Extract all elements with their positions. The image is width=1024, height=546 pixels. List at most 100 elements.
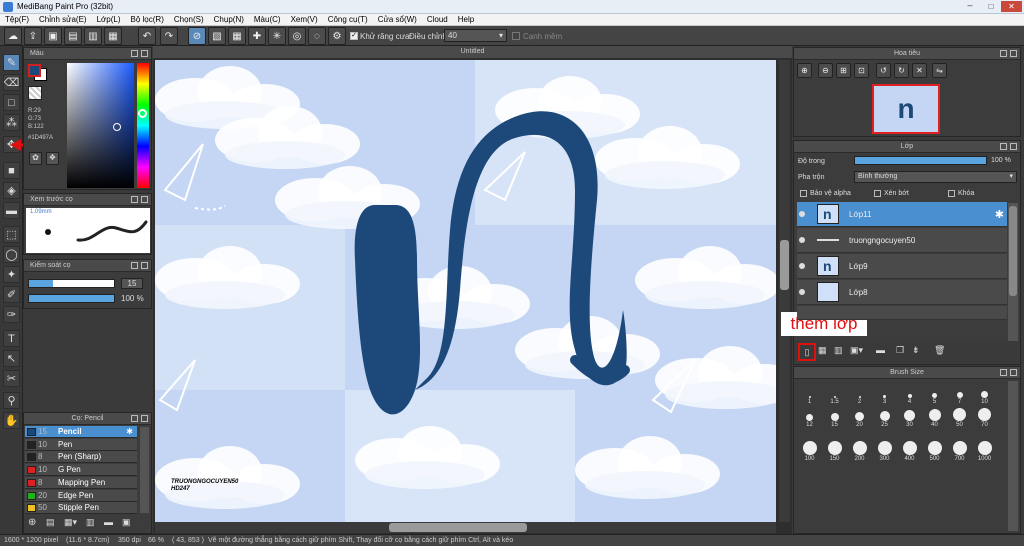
add-brush-icon[interactable]: ⊕: [28, 517, 41, 529]
brush-size-cell[interactable]: 70: [972, 405, 997, 428]
brush-menu-icon[interactable]: ▤: [46, 517, 59, 529]
close-button[interactable]: ✕: [1001, 1, 1022, 12]
close-icon[interactable]: [1010, 50, 1017, 57]
layer-row[interactable]: n Lớp9: [797, 254, 1007, 279]
brush-size-cell[interactable]: 10: [972, 382, 997, 405]
brush-item[interactable]: 20 Edge Pen: [25, 489, 137, 502]
menu-item[interactable]: Màu(C): [249, 14, 286, 26]
color-palette-icon[interactable]: ❖: [46, 152, 59, 165]
add-1bit-layer-icon[interactable]: ▥: [834, 345, 846, 359]
menu-item[interactable]: Chỉnh sửa(E): [34, 14, 92, 26]
duplicate-layer-icon[interactable]: ❐: [896, 345, 908, 359]
select-eraser-tool-icon[interactable]: ✑: [3, 306, 20, 323]
layer-visibility-icon[interactable]: [799, 263, 805, 269]
divide-tool-icon[interactable]: ✂: [3, 370, 20, 387]
layer-visibility-icon[interactable]: [799, 211, 805, 217]
page-alt-icon[interactable]: ▥: [84, 27, 102, 45]
brush-size-cell[interactable]: 500: [922, 428, 947, 462]
brush-size-cell[interactable]: 30: [897, 405, 922, 428]
brush-size-cell[interactable]: 3: [872, 382, 897, 405]
circle-snap-icon[interactable]: ◎: [288, 27, 306, 45]
brush-size-cell[interactable]: 100: [797, 428, 822, 462]
layer-row-partial[interactable]: [797, 306, 1007, 320]
brush-size-cell[interactable]: 200: [847, 428, 872, 462]
brush-size-cell[interactable]: 7: [947, 382, 972, 405]
brush-item[interactable]: 8 Mapping Pen: [25, 476, 137, 489]
eyedropper-color-icon[interactable]: ✿: [29, 152, 42, 165]
layer-visibility-icon[interactable]: [799, 289, 805, 295]
layer-folder-icon[interactable]: ▬: [876, 345, 888, 359]
menu-item[interactable]: Xem(V): [286, 14, 323, 26]
merge-layer-icon[interactable]: ⇟: [912, 345, 926, 359]
radial-snap-icon[interactable]: ✳: [268, 27, 286, 45]
brush-delete-icon[interactable]: ▣: [122, 517, 135, 529]
lock-checkbox[interactable]: [948, 190, 955, 197]
brush-add-dropdown-icon[interactable]: ▦▾: [64, 517, 82, 529]
clipping-checkbox[interactable]: [874, 190, 881, 197]
fill-rect-tool-icon[interactable]: ■: [3, 162, 20, 179]
horizontal-scroll-thumb[interactable]: [389, 523, 527, 532]
brush-size-cell[interactable]: 50: [947, 405, 972, 428]
reset-rotate-icon[interactable]: ✕: [912, 63, 927, 78]
float-icon[interactable]: [131, 415, 138, 422]
brush-size-cell[interactable]: 12: [797, 405, 822, 428]
close-icon[interactable]: [141, 262, 148, 269]
canvas-vertical-scrollbar[interactable]: [779, 60, 790, 522]
canvas-horizontal-scrollbar[interactable]: [155, 522, 776, 533]
page-icon[interactable]: ▤: [64, 27, 82, 45]
cross-snap-icon[interactable]: ✚: [248, 27, 266, 45]
brush-size-cell[interactable]: 2: [847, 382, 872, 405]
bucket-tool-icon[interactable]: ◈: [3, 182, 20, 199]
save-icon[interactable]: ▦: [104, 27, 122, 45]
brush-size-slider[interactable]: [28, 279, 115, 288]
grid-snap-icon[interactable]: ▦: [228, 27, 246, 45]
close-icon[interactable]: [141, 415, 148, 422]
maximize-button[interactable]: □: [982, 1, 1000, 12]
brush-size-cell[interactable]: 150: [822, 428, 847, 462]
text-tool-icon[interactable]: T: [3, 330, 20, 347]
canvas[interactable]: TRUONGNGOCUYEN50 HD247: [155, 60, 776, 522]
brush-opacity-slider[interactable]: [28, 294, 115, 303]
add-halftone-layer-icon[interactable]: ▦: [818, 345, 830, 359]
brush-size-cell[interactable]: 1000: [972, 428, 997, 462]
brush-item[interactable]: 10 Pen: [25, 438, 137, 451]
saturation-value-picker[interactable]: [67, 63, 134, 188]
brush-size-cell[interactable]: 700: [947, 428, 972, 462]
delete-layer-icon[interactable]: 🗑: [934, 345, 946, 359]
protect-alpha-checkbox[interactable]: [800, 190, 807, 197]
menu-item[interactable]: Bộ lọc(R): [126, 14, 169, 26]
rotate-left-icon[interactable]: ↺: [876, 63, 891, 78]
add-layer-button[interactable]: ▯: [798, 343, 816, 361]
redo-icon[interactable]: ↷: [160, 27, 178, 45]
correction-select[interactable]: 40 ▾: [444, 29, 507, 42]
brush-size-cell[interactable]: 300: [872, 428, 897, 462]
brush-item[interactable]: 15 Pencil ✱: [25, 426, 137, 438]
brush-size-cell[interactable]: 20: [847, 405, 872, 428]
snap-settings-icon[interactable]: ⚙: [328, 27, 346, 45]
navigator-thumbnail[interactable]: n: [872, 84, 940, 134]
select-tool-icon[interactable]: ⬚: [3, 226, 20, 243]
minimize-button[interactable]: –: [960, 1, 980, 12]
gradient-tool-icon[interactable]: ▬: [3, 202, 20, 219]
brush-item[interactable]: 50 Stipple Pen: [25, 502, 137, 515]
no-snap-icon[interactable]: ⊘: [188, 27, 206, 45]
brush-size-cell[interactable]: 15: [822, 405, 847, 428]
brush-size-value[interactable]: 15: [121, 278, 143, 289]
layer-row[interactable]: n Lớp11 ✱: [797, 202, 1007, 227]
transparent-swatch[interactable]: [28, 86, 42, 100]
dot-tool-icon[interactable]: ⁂: [3, 114, 20, 131]
export-icon[interactable]: ⇪: [24, 27, 42, 45]
layer-opacity-slider[interactable]: [854, 156, 987, 165]
float-icon[interactable]: [131, 262, 138, 269]
hue-slider[interactable]: [137, 63, 149, 188]
rotate-right-icon[interactable]: ↻: [894, 63, 909, 78]
float-icon[interactable]: [1000, 143, 1007, 150]
lasso-tool-icon[interactable]: ◯: [3, 246, 20, 263]
float-icon[interactable]: [131, 196, 138, 203]
menu-item[interactable]: Chụp(N): [209, 14, 249, 26]
actual-size-icon[interactable]: ⊡: [854, 63, 869, 78]
rect-tool-icon[interactable]: □: [3, 94, 20, 111]
comment-icon[interactable]: ▣: [44, 27, 62, 45]
menu-item[interactable]: Tệp(F): [0, 14, 34, 26]
snap-checkbox[interactable]: [512, 32, 520, 40]
